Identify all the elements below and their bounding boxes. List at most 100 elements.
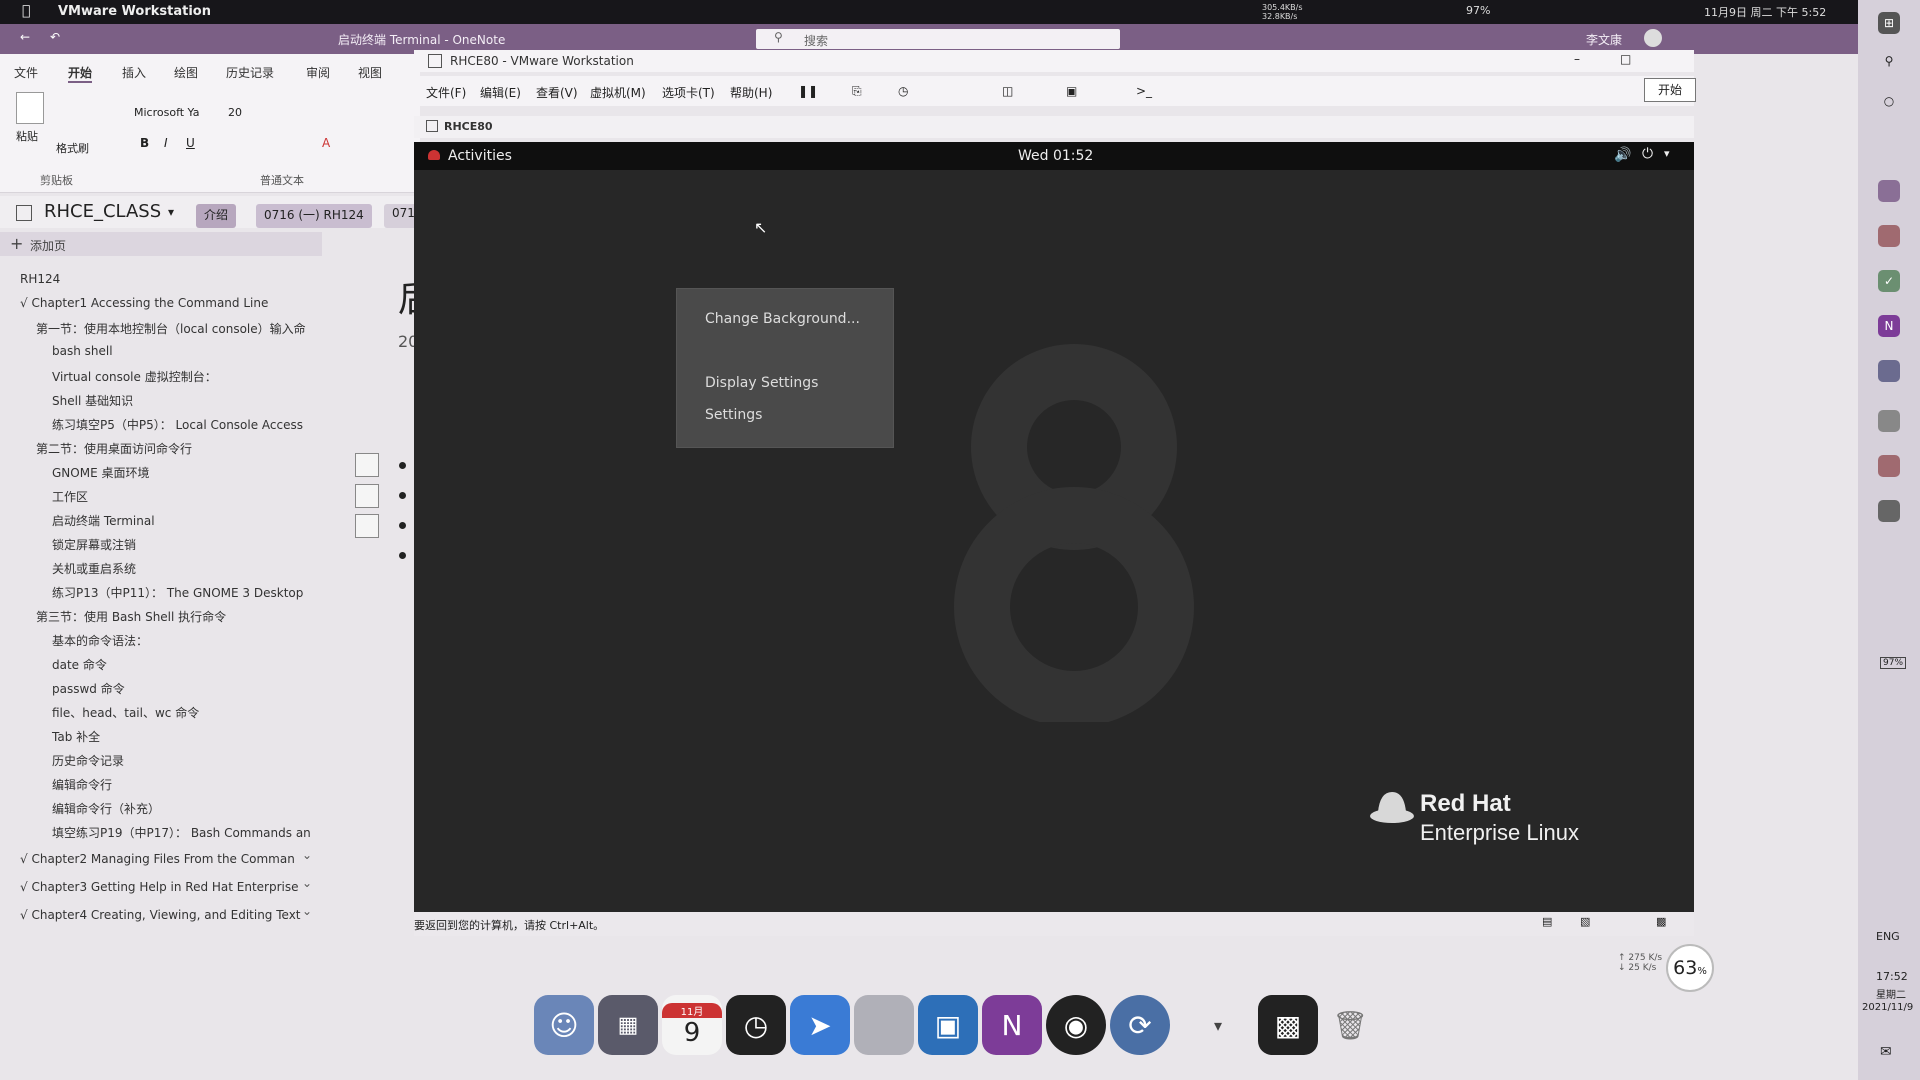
terminal-icon[interactable]: >_ (1136, 84, 1152, 98)
app-icon[interactable] (1878, 225, 1900, 247)
active-app-name[interactable]: VMware Workstation (58, 4, 211, 19)
chevron-down-icon[interactable]: ⌄ (302, 904, 312, 918)
page-list-item[interactable]: GNOME 桌面环境 (52, 464, 149, 481)
page-list-item[interactable]: date 命令 (52, 656, 107, 673)
page-list-item[interactable]: bash shell (52, 344, 113, 358)
page-list-item[interactable]: file、head、tail、wc 命令 (52, 704, 199, 721)
chevron-down-icon[interactable]: ▾ (1198, 995, 1238, 1055)
chevron-down-icon[interactable]: ⌄ (302, 876, 312, 890)
page-list-item[interactable]: 关机或重启系统 (52, 560, 136, 577)
todo-checkbox[interactable] (355, 484, 379, 508)
chevron-down-icon[interactable]: ⌄ (302, 848, 312, 862)
finder-icon[interactable]: ☺ (534, 995, 594, 1055)
tab-draw[interactable]: 绘图 (174, 64, 198, 81)
page-list-item[interactable]: RH124 (20, 272, 60, 286)
tab-review[interactable]: 审阅 (306, 64, 330, 81)
page-list-item[interactable]: Shell 基础知识 (52, 392, 133, 409)
activities-button[interactable]: Activities (448, 148, 512, 164)
start-button[interactable]: 开始 (1644, 78, 1696, 102)
menu-edit[interactable]: 编辑(E) (480, 84, 521, 101)
calendar-icon[interactable]: 11月 9 (662, 995, 722, 1055)
display-settings-item[interactable]: Display Settings (705, 375, 818, 391)
apple-icon[interactable]:  (22, 3, 30, 19)
maximize-icon[interactable]: □ (1620, 52, 1631, 66)
page-list-item[interactable]: Tab 补全 (52, 728, 100, 745)
page-list-item[interactable]: 基本的命令语法： (52, 632, 148, 649)
vm-tab[interactable]: RHCE80 (414, 116, 1694, 138)
cpu-usage-widget[interactable]: 63% (1666, 944, 1714, 992)
send-ctrl-alt-del-icon[interactable]: ⎘ (852, 84, 862, 99)
circle-icon[interactable]: ○ (1878, 90, 1900, 112)
network-icon[interactable]: ▧ (1580, 915, 1590, 928)
back-icon[interactable]: ← (20, 30, 30, 44)
user-name[interactable]: 李文康 (1586, 31, 1622, 48)
pause-icon[interactable]: ❚❚ (798, 84, 818, 98)
font-color-icon[interactable]: A (322, 136, 330, 150)
app-icon[interactable] (854, 995, 914, 1055)
add-page-button[interactable]: + 添加页 (0, 232, 322, 256)
underline-button[interactable]: U (186, 136, 195, 150)
menu-file[interactable]: 文件(F) (426, 84, 466, 101)
tab-insert[interactable]: 插入 (122, 64, 146, 81)
page-list-item[interactable]: 编辑命令行（补充） (52, 800, 160, 817)
app-icon[interactable] (1878, 410, 1900, 432)
volume-icon[interactable]: 🔊 (1614, 147, 1631, 163)
taskbar-time[interactable]: 17:52 (1876, 970, 1908, 983)
page-list-item[interactable]: 启动终端 Terminal (52, 512, 155, 529)
undo-icon[interactable]: ↶ (50, 30, 60, 44)
display-icon[interactable]: ▩ (1656, 915, 1666, 928)
settings-item[interactable]: Settings (705, 407, 762, 423)
section-tab-rh124[interactable]: 0716 (一) RH124 (256, 204, 372, 228)
menu-help[interactable]: 帮助(H) (730, 84, 772, 101)
clipboard-icon[interactable] (16, 92, 44, 124)
screen-recorder-icon[interactable]: ▩ (1258, 995, 1318, 1055)
page-list-item[interactable]: 第二节：使用桌面访问命令行 (36, 440, 192, 457)
windows-icon[interactable]: ⊞ (1878, 12, 1900, 34)
hdd-icon[interactable]: ▤ (1542, 915, 1552, 928)
chapter-item[interactable]: √ Chapter2 Managing Files From the Comma… (20, 852, 295, 866)
page-list-item[interactable]: 填空练习P19（中P17）： Bash Commands an (52, 824, 311, 841)
page-list-item[interactable]: passwd 命令 (52, 680, 125, 697)
notebook-icon[interactable] (16, 205, 32, 221)
trash-icon[interactable]: 🗑 (1320, 995, 1380, 1055)
italic-button[interactable]: I (164, 136, 168, 150)
page-list-item[interactable]: 编辑命令行 (52, 776, 112, 793)
app-icon[interactable]: ⟳ (1110, 995, 1170, 1055)
minimize-icon[interactable]: – (1574, 52, 1580, 66)
page-list-item[interactable]: 工作区 (52, 488, 88, 505)
vmware-icon[interactable]: ▣ (918, 995, 978, 1055)
tab-home[interactable]: 开始 (68, 64, 93, 83)
chapter-item[interactable]: √ Chapter3 Getting Help in Red Hat Enter… (20, 880, 299, 894)
onenote-icon[interactable]: N (982, 995, 1042, 1055)
chevron-down-icon[interactable]: ▾ (168, 205, 174, 219)
gnome-clock[interactable]: Wed 01:52 (1018, 148, 1093, 164)
onenote-search-box[interactable]: ⚲ 搜索 (756, 29, 1120, 49)
paste-button[interactable]: 粘贴 (16, 128, 38, 144)
page-list-item[interactable]: 第三节：使用 Bash Shell 执行命令 (36, 608, 226, 625)
notebook-name[interactable]: RHCE_CLASS (44, 201, 161, 222)
tab-view[interactable]: 视图 (358, 64, 382, 81)
clock-icon[interactable]: ◷ (726, 995, 786, 1055)
todo-checkbox[interactable] (355, 453, 379, 477)
app-icon[interactable] (1878, 500, 1900, 522)
page-list-item[interactable]: 练习填空P5（中P5）： Local Console Access (52, 416, 303, 433)
page-list-item[interactable]: 练习P13（中P11）： The GNOME 3 Desktop (52, 584, 303, 601)
power-icon[interactable]: ⏻ (1642, 146, 1653, 162)
section-tab-intro[interactable]: 介绍 (196, 204, 237, 228)
page-list-item[interactable]: 历史命令记录 (52, 752, 124, 769)
battery-percent[interactable]: 97% (1466, 4, 1490, 17)
view-console-icon[interactable]: ◫ (1002, 84, 1013, 98)
chapter-item[interactable]: √ Chapter4 Creating, Viewing, and Editin… (20, 908, 301, 922)
battery-indicator[interactable]: 97% (1880, 657, 1907, 669)
vmware-icon[interactable] (1878, 360, 1900, 382)
snapshot-icon[interactable]: ◷ (898, 84, 908, 98)
menu-bar-clock[interactable]: 11月9日 周二 下午 5:52 (1704, 4, 1826, 20)
bold-button[interactable]: B (140, 136, 149, 150)
guest-desktop[interactable]: Activities Wed 01:52 🔊 ⏻ ▾ ↖ Change Back… (414, 142, 1694, 912)
tab-history[interactable]: 历史记录 (226, 64, 274, 81)
menu-view[interactable]: 查看(V) (536, 84, 578, 101)
app-icon[interactable] (1878, 455, 1900, 477)
page-list-item[interactable]: Virtual console 虚拟控制台： (52, 368, 217, 385)
obs-icon[interactable]: ◉ (1046, 995, 1106, 1055)
check-icon[interactable]: ✓ (1878, 270, 1900, 292)
